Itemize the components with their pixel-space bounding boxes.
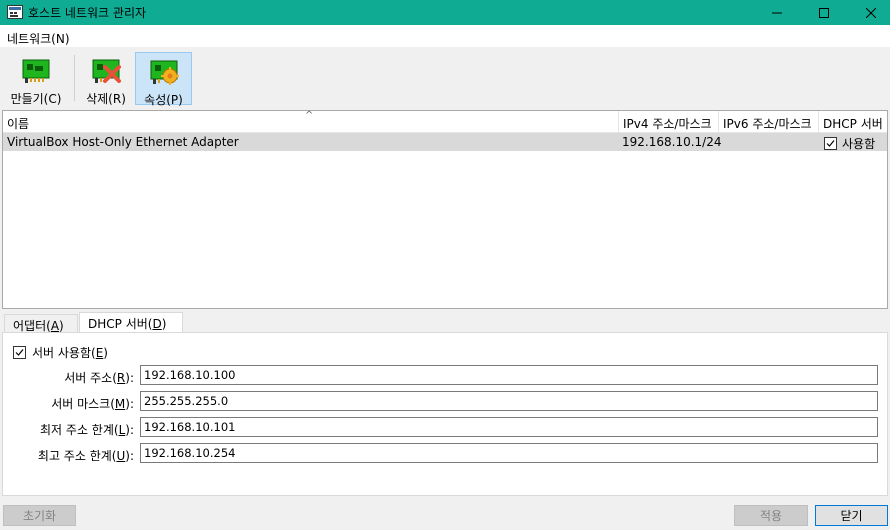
upper-bound-text: 최고 주소 한계( xyxy=(37,449,117,463)
tab-dhcp-server[interactable]: DHCP 서버(D) xyxy=(79,312,183,333)
row-dhcp-label: 사용함 xyxy=(842,137,876,151)
upper-bound-key: U xyxy=(116,449,126,463)
lower-bound-text: 최저 주소 한계( xyxy=(40,423,119,437)
close-window-button[interactable] xyxy=(848,0,890,25)
table-header: 이름 ^ IPv4 주소/마스크 IPv6 주소/마스크 DHCP 서버 xyxy=(3,110,887,133)
server-address-suffix: ): xyxy=(125,371,134,385)
server-mask-label: 서버 마스크(M): xyxy=(3,395,134,412)
properties-button[interactable]: 속성(P) xyxy=(135,52,192,107)
checkmark-icon xyxy=(15,349,24,356)
lower-bound-suffix: ): xyxy=(125,423,134,437)
tab-adapter[interactable]: 어댑터(A) xyxy=(4,314,78,333)
server-mask-suffix: ): xyxy=(125,397,134,411)
enable-server-row[interactable]: 서버 사용함(E) xyxy=(13,344,108,361)
tab-adapter-suffix: ) xyxy=(59,319,64,333)
row-name: VirtualBox Host-Only Ethernet Adapter xyxy=(7,135,239,149)
column-header-dhcp[interactable]: DHCP 서버 xyxy=(819,111,887,133)
upper-bound-suffix: ): xyxy=(125,449,134,463)
network-card-delete-icon xyxy=(90,54,122,86)
create-label: 만들기(C) xyxy=(10,92,62,106)
delete-label: 삭제(R) xyxy=(86,92,126,106)
lower-bound-label: 최저 주소 한계(L): xyxy=(3,421,134,438)
minimize-icon xyxy=(772,12,782,13)
toolbar-separator xyxy=(74,55,75,101)
enable-server-suffix: ) xyxy=(103,346,108,360)
server-mask-text: 서버 마스크( xyxy=(51,397,115,411)
column-header-ipv6[interactable]: IPv6 주소/마스크 xyxy=(719,111,819,133)
menu-network[interactable]: 네트워크(N) xyxy=(7,30,70,47)
tab-dhcp-suffix: ) xyxy=(161,317,167,331)
title-bar: 호스트 네트워크 관리자 xyxy=(0,0,890,25)
create-button[interactable]: 만들기(C) xyxy=(6,52,66,106)
delete-button[interactable]: 삭제(R) xyxy=(81,52,131,106)
server-mask-input[interactable] xyxy=(140,391,878,411)
sort-ascending-icon: ^ xyxy=(305,110,314,121)
menu-bar: 네트워크(N) xyxy=(0,25,890,47)
server-address-key: R xyxy=(116,371,126,385)
maximize-button[interactable] xyxy=(801,0,847,25)
properties-label: 속성(P) xyxy=(144,93,183,107)
server-address-label: 서버 주소(R): xyxy=(3,369,134,386)
checkmark-icon xyxy=(826,140,835,147)
network-card-settings-icon xyxy=(148,55,180,87)
table-row[interactable]: VirtualBox Host-Only Ethernet Adapter 19… xyxy=(3,133,887,151)
apply-button[interactable]: 적용 xyxy=(734,505,808,526)
toolbar: 만들기(C) 삭제(R) 속성(P) xyxy=(0,47,890,109)
network-table[interactable]: 이름 ^ IPv4 주소/마스크 IPv6 주소/마스크 DHCP 서버 Vir… xyxy=(2,110,888,309)
reset-button[interactable]: 초기화 xyxy=(3,505,76,526)
tab-adapter-text: 어댑터( xyxy=(13,319,51,333)
close-button[interactable]: 닫기 xyxy=(815,505,888,526)
tab-adapter-key: A xyxy=(50,319,60,333)
column-header-name[interactable]: 이름 ^ xyxy=(3,110,619,133)
row-dhcp: 사용함 xyxy=(824,135,875,152)
maximize-icon xyxy=(819,7,829,18)
column-name-label: 이름 xyxy=(7,117,30,131)
server-address-input[interactable] xyxy=(140,365,878,385)
tab-dhcp-text: DHCP 서버( xyxy=(88,317,153,331)
upper-bound-input[interactable] xyxy=(140,443,878,463)
column-header-ipv4[interactable]: IPv4 주소/마스크 xyxy=(619,111,719,133)
dhcp-panel: 서버 사용함(E) 서버 주소(R): 서버 마스크(M): 최저 주소 한계(… xyxy=(2,332,888,496)
network-card-add-icon xyxy=(20,54,52,86)
tab-dhcp-key: D xyxy=(152,317,162,331)
row-dhcp-checkbox[interactable] xyxy=(824,137,837,150)
tab-bar: 어댑터(A) DHCP 서버(D) xyxy=(2,312,888,333)
minimize-button[interactable] xyxy=(754,0,800,25)
upper-bound-label: 최고 주소 한계(U): xyxy=(3,447,134,464)
row-ipv4: 192.168.10.1/24 xyxy=(622,135,722,149)
lower-bound-input[interactable] xyxy=(140,417,878,437)
close-icon xyxy=(866,7,876,18)
window-title: 호스트 네트워크 관리자 xyxy=(28,6,147,20)
enable-server-checkbox[interactable] xyxy=(13,346,26,359)
server-mask-key: M xyxy=(114,397,126,411)
enable-server-label: 서버 사용함(E) xyxy=(32,344,108,361)
network-app-icon xyxy=(7,5,23,19)
enable-server-text: 서버 사용함( xyxy=(32,346,96,360)
server-address-text: 서버 주소( xyxy=(64,371,117,385)
